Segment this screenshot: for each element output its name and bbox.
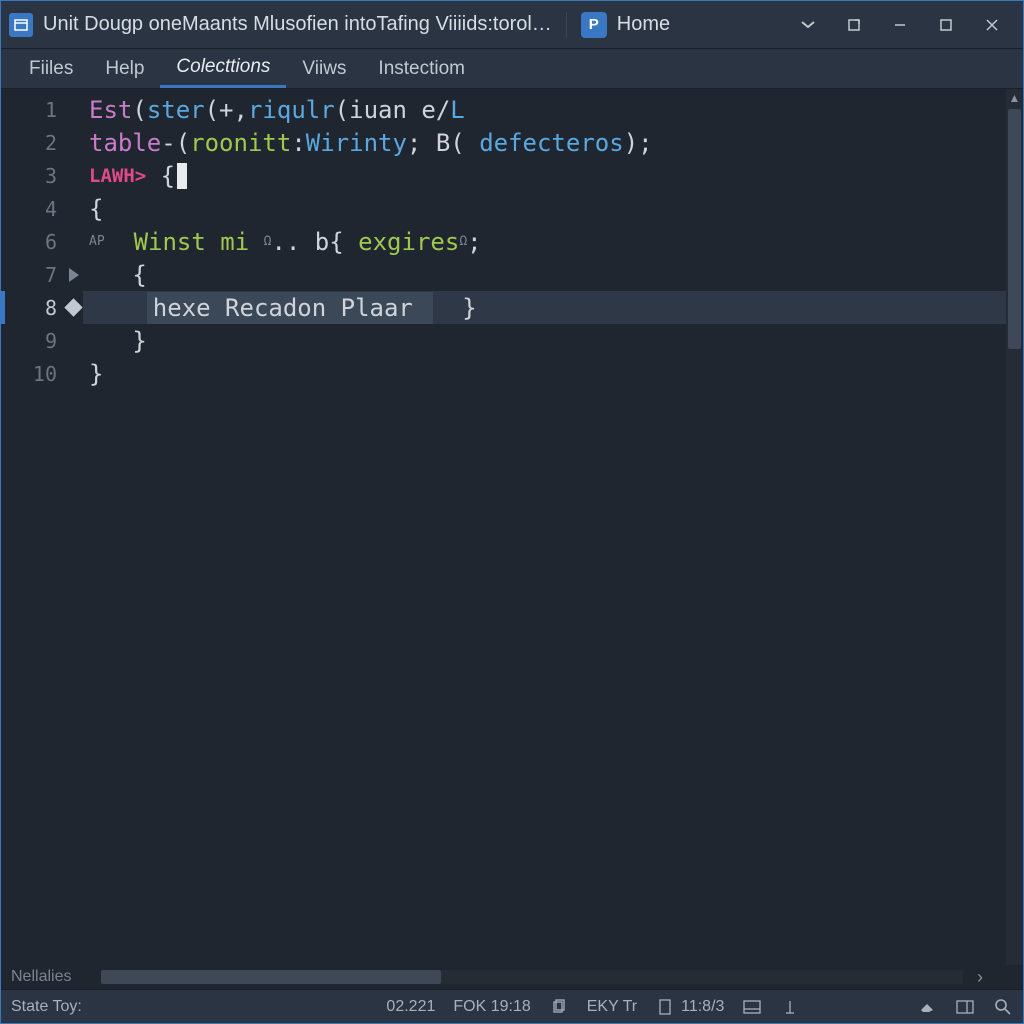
menu-collections[interactable]: Colecttions	[160, 49, 286, 88]
gutter-line[interactable]: 10	[1, 357, 83, 390]
status-position[interactable]: 02.221	[386, 998, 435, 1016]
menubar: Fiiles Help Colecttions Viiws Instectiom	[1, 49, 1023, 89]
close-button[interactable]	[969, 7, 1015, 43]
gutter-line[interactable]: 4	[1, 192, 83, 225]
code-line[interactable]: Est(ster(+,riqulr(iuan e/L	[83, 93, 1023, 126]
code-line[interactable]: table-(roonitt:Wirinty; B( defecteros);	[83, 126, 1023, 159]
gutter-line[interactable]: 7	[1, 258, 83, 291]
secondary-app-icon: P	[581, 12, 607, 38]
status-eraser-icon[interactable]	[917, 997, 937, 1017]
code-line[interactable]: }	[83, 324, 1023, 357]
vertical-scrollbar-thumb[interactable]	[1008, 109, 1021, 349]
code-line[interactable]: hexe Recadon Plaar }	[83, 291, 1023, 324]
status-layout-icon[interactable]	[955, 997, 975, 1017]
secondary-tab[interactable]: P Home	[566, 12, 670, 38]
gutter-line[interactable]: 1	[1, 93, 83, 126]
editor-area: 1 2 3 4 6 7 8 9 10 Est(ster(+,riqulr(iua…	[1, 89, 1023, 965]
hscroll-row: Nellalies ›	[1, 965, 1023, 989]
status-panel-icon[interactable]	[742, 997, 762, 1017]
gutter-line[interactable]: 6	[1, 225, 83, 258]
code-line[interactable]: {	[83, 258, 1023, 291]
scroll-up-icon[interactable]: ▲	[1008, 91, 1021, 104]
status-search-icon[interactable]	[993, 997, 1013, 1017]
chevron-down-icon[interactable]	[785, 7, 831, 43]
status-linecol: 11:8/3	[681, 998, 724, 1016]
gutter-line[interactable]: 8	[1, 291, 83, 324]
menu-help[interactable]: Help	[89, 49, 160, 88]
status-encoding[interactable]: EKY Tr	[587, 998, 637, 1016]
code-line[interactable]: }	[83, 357, 1023, 390]
status-fok[interactable]: FOK 19:18	[453, 998, 530, 1016]
gutter-line[interactable]: 9	[1, 324, 83, 357]
gutter: 1 2 3 4 6 7 8 9 10	[1, 89, 83, 965]
home-label: Home	[617, 13, 670, 36]
menu-views[interactable]: Viiws	[286, 49, 362, 88]
window-title: Unit Dougp oneMaants Mlusofien intoTafin…	[43, 13, 552, 36]
code-area[interactable]: Est(ster(+,riqulr(iuan e/L table-(roonit…	[83, 89, 1023, 965]
titlebar: Unit Dougp oneMaants Mlusofien intoTafin…	[1, 1, 1023, 49]
open-external-icon[interactable]	[831, 7, 877, 43]
menu-files[interactable]: Fiiles	[13, 49, 89, 88]
gutter-line[interactable]: 2	[1, 126, 83, 159]
horizontal-scrollbar-thumb[interactable]	[101, 970, 441, 984]
vertical-scrollbar[interactable]: ▲	[1006, 89, 1023, 965]
app-window: Unit Dougp oneMaants Mlusofien intoTafin…	[0, 0, 1024, 1024]
status-copy-icon[interactable]	[549, 997, 569, 1017]
menu-inspection[interactable]: Instectiom	[362, 49, 481, 88]
fold-marker-icon[interactable]	[69, 268, 79, 282]
breakpoint-icon[interactable]	[64, 298, 82, 316]
minimize-button[interactable]	[877, 7, 923, 43]
gutter-line[interactable]: 3	[1, 159, 83, 192]
status-left-label: State Toy:	[11, 998, 82, 1016]
status-doc-icon[interactable]: 11:8/3	[655, 997, 724, 1017]
cursor	[177, 163, 187, 189]
code-line[interactable]: LAWH> {	[83, 159, 1023, 192]
scroll-right-icon[interactable]: ›	[977, 967, 983, 988]
code-line[interactable]: {	[83, 192, 1023, 225]
app-icon	[9, 13, 33, 37]
code-line[interactable]: AP Winst mi Ω.. b{ exgiresΩ;	[83, 225, 1023, 258]
maximize-button[interactable]	[923, 7, 969, 43]
statusbar: State Toy: 02.221 FOK 19:18 EKY Tr 11:8/…	[1, 989, 1023, 1023]
selected-text[interactable]: hexe Recadon Plaar	[147, 292, 434, 324]
horizontal-scrollbar[interactable]	[101, 970, 963, 984]
hscroll-label: Nellalies	[1, 968, 71, 986]
status-indent-icon[interactable]	[780, 997, 800, 1017]
